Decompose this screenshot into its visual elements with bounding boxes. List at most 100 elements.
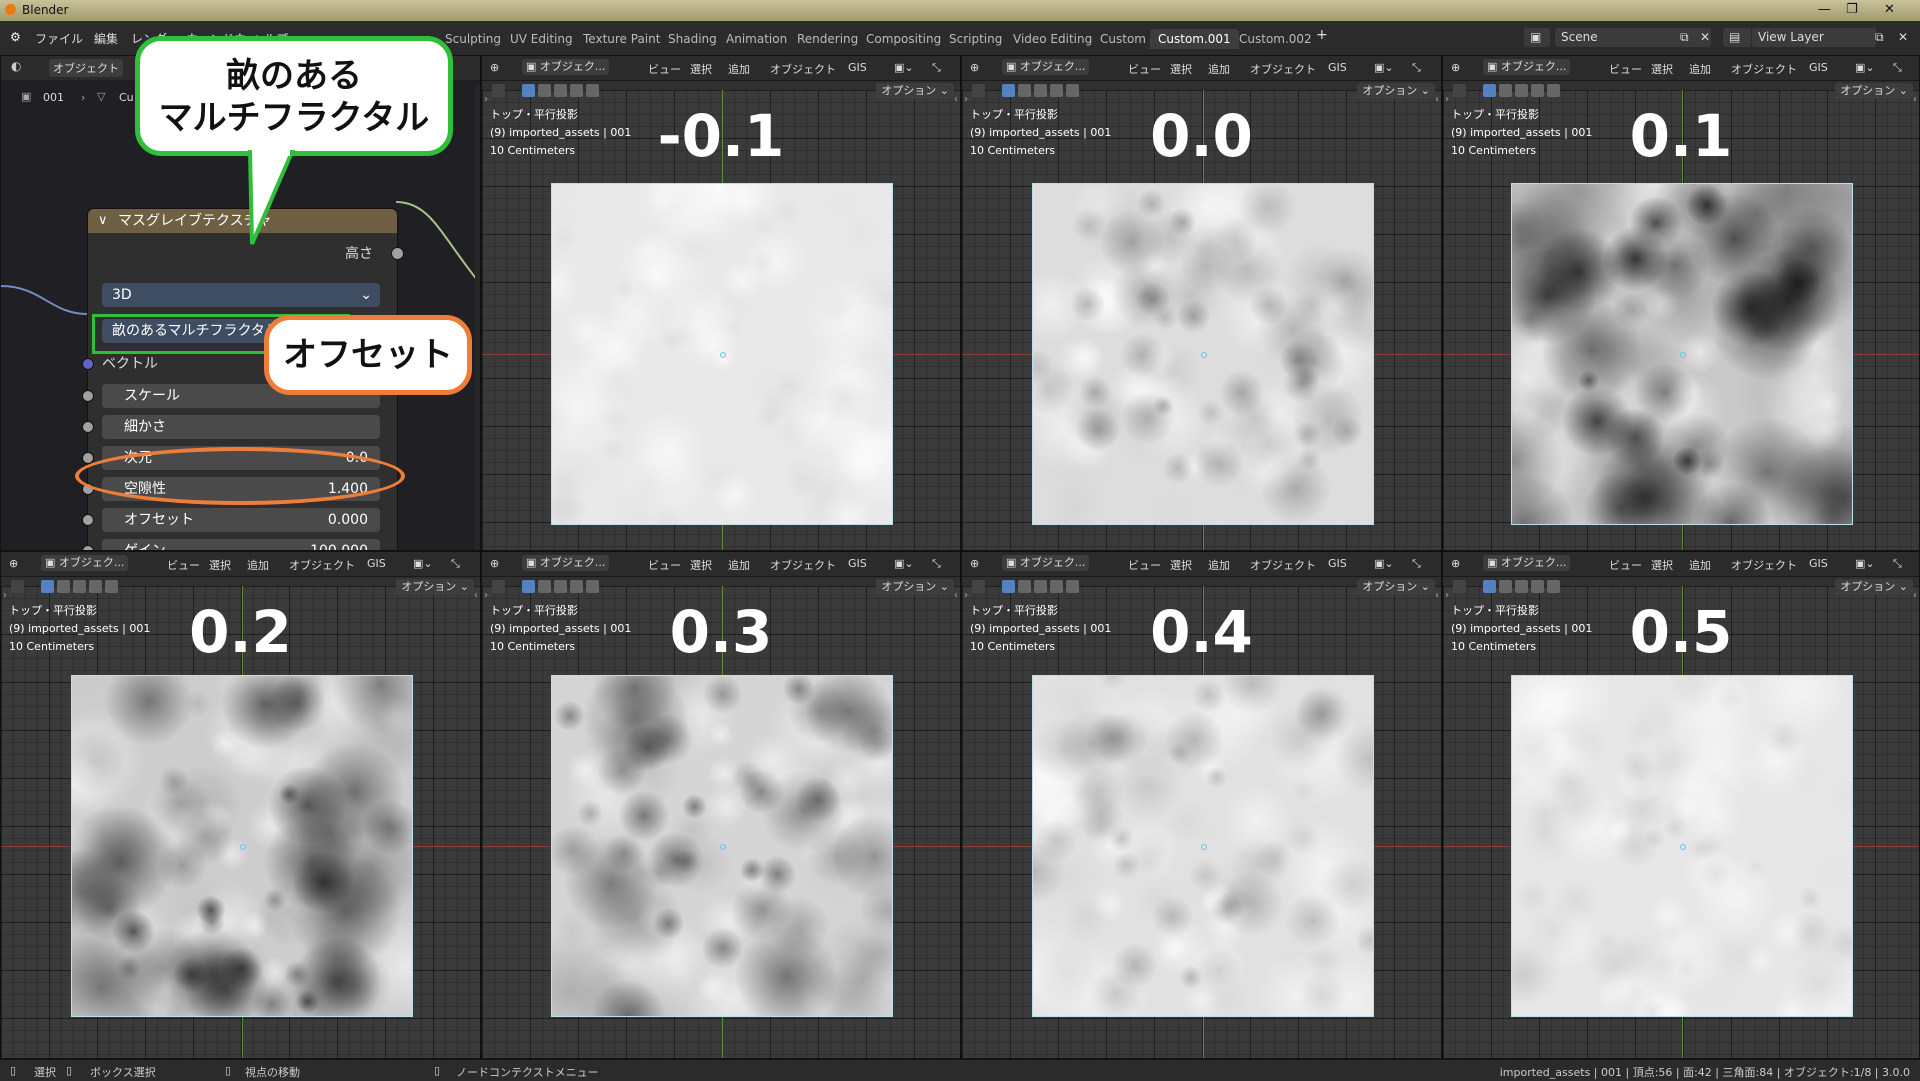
selection-mode-icon[interactable] xyxy=(554,84,567,97)
transform-icon[interactable]: ⤡ xyxy=(1412,557,1421,571)
viewport-menu-0[interactable]: ビュー xyxy=(648,61,681,77)
viewport-menu-0[interactable]: ビュー xyxy=(1609,557,1642,573)
toolbar-expand-icon[interactable]: › xyxy=(964,94,968,105)
viewport-3[interactable]: ⊕ ▣ オブジェク... ビュー 選択 追加 オブジェクト GIS ▣⌄ ⤡ オプション ⌄ トップ… xyxy=(0,551,481,1059)
selection-mode-icon[interactable] xyxy=(1034,84,1047,97)
tool-select-icon[interactable] xyxy=(972,580,985,593)
viewport-menu-2[interactable]: 追加 xyxy=(728,61,750,77)
viewport-menu-3[interactable]: オブジェクト xyxy=(1250,557,1316,573)
toolbar-expand-icon[interactable]: › xyxy=(484,94,488,105)
sidebar-expand-icon[interactable]: ‹ xyxy=(1913,94,1917,105)
tab-shading[interactable]: Shading xyxy=(660,29,725,49)
scene-icon[interactable]: ▣ xyxy=(1524,28,1550,47)
mode-dropdown[interactable]: ▣ オブジェク... xyxy=(1483,59,1571,75)
options-dropdown[interactable]: オプション ⌄ xyxy=(396,579,474,595)
mode-dropdown[interactable]: ▣ オブジェク... xyxy=(1002,59,1090,75)
options-dropdown[interactable]: オプション ⌄ xyxy=(876,579,954,595)
selection-mode-icon[interactable] xyxy=(538,84,551,97)
viewport-menu-4[interactable]: GIS xyxy=(367,557,386,570)
sidebar-expand-icon[interactable]: ‹ xyxy=(1913,590,1917,601)
viewport-menu-3[interactable]: オブジェクト xyxy=(1731,557,1797,573)
viewport-5[interactable]: ⊕ ▣ オブジェク... ビュー 選択 追加 オブジェクト GIS ▣⌄ ⤡ オプション ⌄ トップ… xyxy=(961,551,1442,1059)
viewport-menu-0[interactable]: ビュー xyxy=(1609,61,1642,77)
editor-type-icon[interactable]: ⊕ xyxy=(1451,557,1460,570)
mode-dropdown[interactable]: ▣ オブジェク... xyxy=(1483,555,1571,571)
mode-dropdown[interactable]: ▣ オブジェク... xyxy=(1002,555,1090,571)
selection-mode-icon[interactable] xyxy=(105,580,118,593)
selection-mode-icon[interactable] xyxy=(1002,84,1015,97)
sidebar-expand-icon[interactable]: ‹ xyxy=(954,590,958,601)
viewport-menu-2[interactable]: 追加 xyxy=(1208,557,1230,573)
toolbar-expand-icon[interactable]: › xyxy=(1445,94,1449,105)
toolbar-expand-icon[interactable]: › xyxy=(3,590,7,601)
tab-custom-002[interactable]: Custom.002 xyxy=(1231,29,1320,49)
editor-type-icon[interactable]: ⊕ xyxy=(970,61,979,74)
viewport-menu-2[interactable]: 追加 xyxy=(1208,61,1230,77)
transform-icon[interactable]: ⤡ xyxy=(451,557,460,571)
selection-mode-icon[interactable] xyxy=(57,580,70,593)
selection-mode-icon[interactable] xyxy=(1547,84,1560,97)
view-layer-selector[interactable]: View Layer xyxy=(1752,28,1876,47)
transform-icon[interactable]: ⤡ xyxy=(932,61,941,75)
selection-mode-icon[interactable] xyxy=(73,580,86,593)
tab-texture-paint[interactable]: Texture Paint xyxy=(575,29,668,49)
selection-mode-icon[interactable] xyxy=(1483,580,1496,593)
selection-mode-icon[interactable] xyxy=(1066,580,1079,593)
viewport-menu-2[interactable]: 追加 xyxy=(1689,557,1711,573)
selection-mode-icon[interactable] xyxy=(1547,580,1560,593)
tab-custom[interactable]: Custom xyxy=(1092,29,1154,49)
viewport-menu-1[interactable]: 選択 xyxy=(1651,61,1673,77)
selection-mode-icon[interactable] xyxy=(1483,84,1496,97)
viewport-menu-2[interactable]: 追加 xyxy=(728,557,750,573)
tab-compositing[interactable]: Compositing xyxy=(858,29,949,49)
viewport-menu-4[interactable]: GIS xyxy=(1809,557,1828,570)
toolbar-expand-icon[interactable]: › xyxy=(1445,590,1449,601)
gis-dropdown-icon[interactable]: ▣⌄ xyxy=(1855,557,1875,570)
selection-mode-icon[interactable] xyxy=(1531,84,1544,97)
tool-select-icon[interactable] xyxy=(1453,84,1466,97)
view-layer-icon[interactable]: ▤ xyxy=(1723,28,1751,47)
gis-dropdown-icon[interactable]: ▣⌄ xyxy=(894,61,914,74)
viewport-4[interactable]: ⊕ ▣ オブジェク... ビュー 選択 追加 オブジェクト GIS ▣⌄ ⤡ オプション ⌄ トップ… xyxy=(481,551,961,1059)
editor-type-icon[interactable]: ⊕ xyxy=(970,557,979,570)
viewport-menu-3[interactable]: オブジェクト xyxy=(770,61,836,77)
offset-field[interactable]: オフセット 0.000 xyxy=(102,508,380,532)
tool-select-icon[interactable] xyxy=(11,580,24,593)
viewport-menu-1[interactable]: 選択 xyxy=(690,557,712,573)
selection-mode-icon[interactable] xyxy=(1034,580,1047,593)
editor-type-icon[interactable]: ⊕ xyxy=(490,557,499,570)
vector-input-socket[interactable] xyxy=(82,358,94,370)
scale-socket[interactable] xyxy=(82,390,94,402)
mode-dropdown[interactable]: ▣ オブジェク... xyxy=(522,555,610,571)
selection-mode-icon[interactable] xyxy=(1018,84,1031,97)
gis-dropdown-icon[interactable]: ▣⌄ xyxy=(1374,557,1394,570)
selection-mode-icon[interactable] xyxy=(570,84,583,97)
selection-mode-icon[interactable] xyxy=(1499,84,1512,97)
remove-scene-icon[interactable]: ✕ xyxy=(1700,30,1710,44)
viewport-menu-0[interactable]: ビュー xyxy=(1128,557,1161,573)
selection-mode-icon[interactable] xyxy=(1499,580,1512,593)
dimension-dropdown[interactable]: 3D ⌄ xyxy=(102,283,380,307)
selection-mode-icon[interactable] xyxy=(41,580,54,593)
copy-view-layer-icon[interactable]: ⧉ xyxy=(1875,30,1884,45)
copy-scene-icon[interactable]: ⧉ xyxy=(1680,30,1689,45)
blender-menu-icon[interactable]: ⚙ xyxy=(10,30,21,44)
sidebar-expand-icon[interactable]: ‹ xyxy=(474,590,478,601)
selection-mode-icon[interactable] xyxy=(522,580,535,593)
viewport-menu-1[interactable]: 選択 xyxy=(690,61,712,77)
offset-socket[interactable] xyxy=(82,514,94,526)
menu-edit[interactable]: 編集 xyxy=(94,30,118,47)
selection-mode-icon[interactable] xyxy=(1018,580,1031,593)
tool-select-icon[interactable] xyxy=(492,84,505,97)
selection-mode-icon[interactable] xyxy=(570,580,583,593)
viewport-menu-1[interactable]: 選択 xyxy=(209,557,231,573)
viewport-menu-4[interactable]: GIS xyxy=(848,557,867,570)
selection-mode-icon[interactable] xyxy=(1066,84,1079,97)
gis-dropdown-icon[interactable]: ▣⌄ xyxy=(413,557,433,570)
selection-mode-icon[interactable] xyxy=(1050,84,1063,97)
viewport-menu-1[interactable]: 選択 xyxy=(1170,61,1192,77)
minimize-icon[interactable]: — xyxy=(1818,2,1831,17)
options-dropdown[interactable]: オプション ⌄ xyxy=(1357,579,1435,595)
detail-field[interactable]: 細かさ xyxy=(102,415,380,439)
add-workspace-icon[interactable]: + xyxy=(1316,27,1328,43)
